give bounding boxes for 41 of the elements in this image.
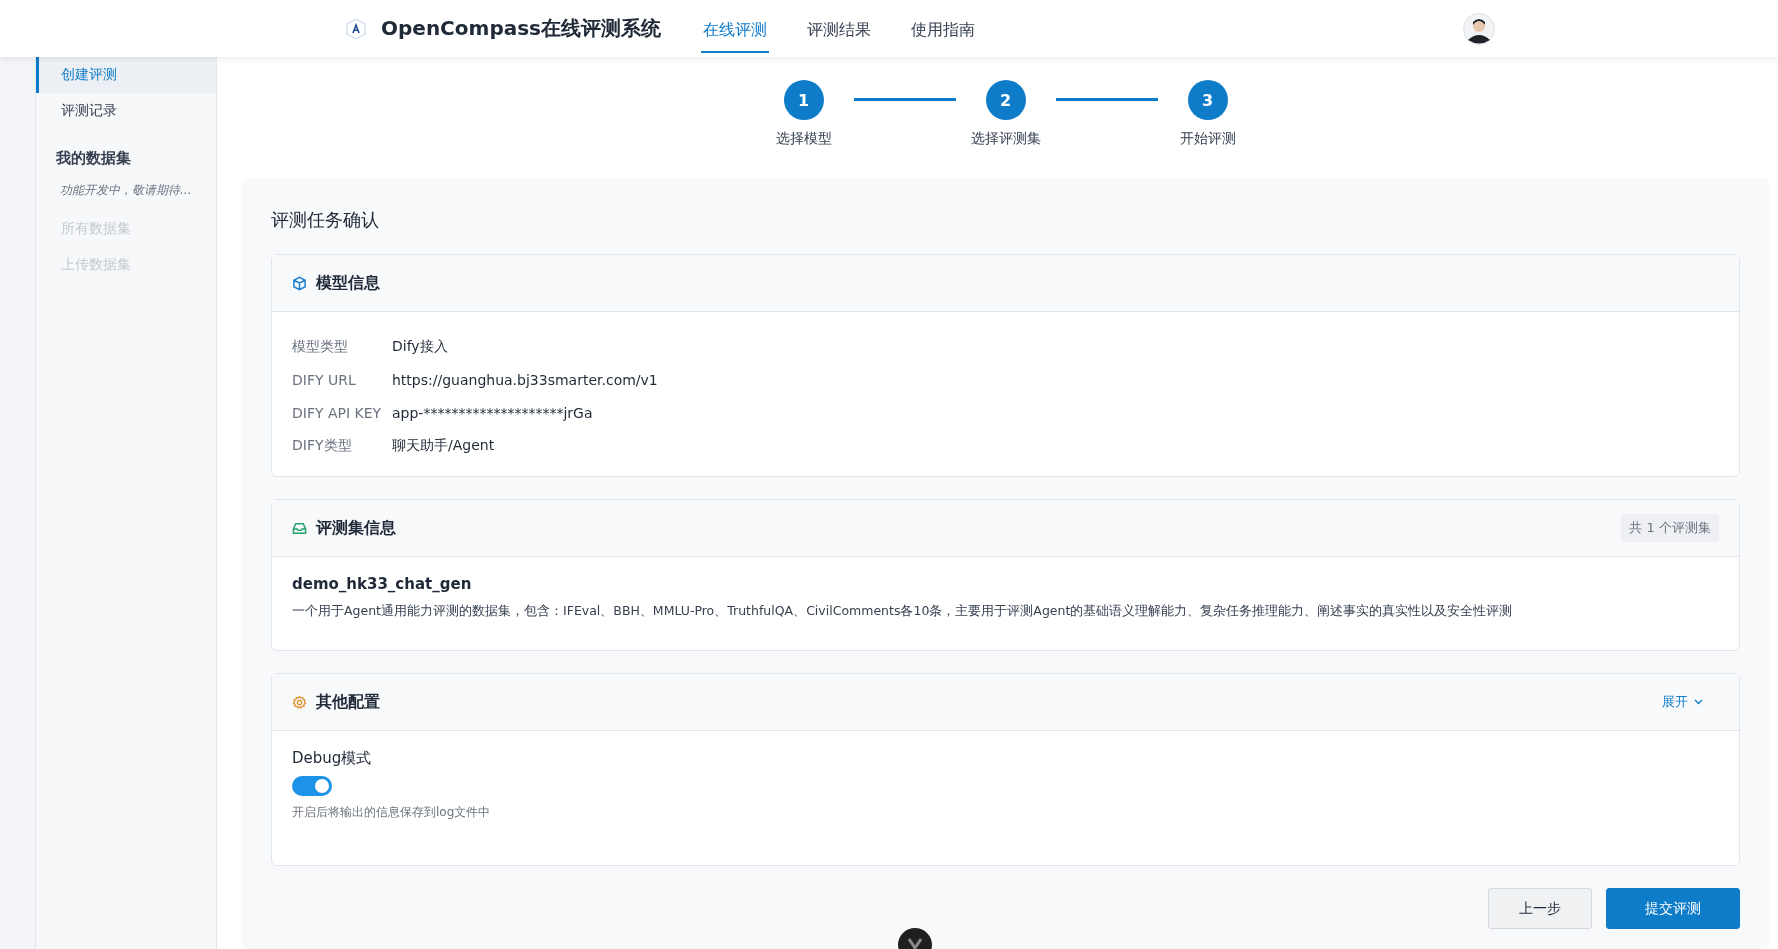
step-label: 选择模型 — [775, 130, 832, 148]
dataset-description: 一个用于Agent通用能力评测的数据集，包含：IFEval、BBH、MMLU-Pro、TruthfulQA、CivilComments各10条，主要用于评测Agent的基础语义理解能力、复杂任务推理能力、阐述事实的真实性以及安全性评测 — [292, 603, 1514, 620]
app-title: OpenCompass在线评测系统 — [381, 15, 661, 42]
card-title: 评测集信息 — [316, 517, 396, 539]
field-label: 模型类型 — [292, 337, 349, 356]
logo-icon — [345, 17, 367, 40]
inbox-icon — [292, 520, 307, 536]
field-value: app-********************jrGa — [392, 404, 593, 421]
expand-link[interactable]: 展开 — [1656, 692, 1709, 712]
sidebar-heading: 我的数据集 — [55, 148, 132, 169]
field-value: https://guanghua.bj33smarter.com/v1 — [392, 371, 658, 388]
step-label: 开始评测 — [1179, 130, 1236, 148]
step-number: 2 — [985, 80, 1026, 120]
nav-tab[interactable]: 评测结果 — [805, 4, 873, 53]
nav-tab[interactable]: 使用指南 — [909, 4, 977, 53]
sidebar-note: 功能开发中，敬请期待... — [59, 182, 193, 199]
field-value: Dify接入 — [392, 337, 448, 356]
submit-button[interactable]: 提交评测 — [1606, 888, 1740, 929]
step-label: 选择评测集 — [970, 130, 1041, 148]
card-title: 其他配置 — [316, 691, 380, 713]
step-number: 3 — [1187, 80, 1228, 120]
field-label: DIFY URL — [292, 371, 357, 388]
avatar-icon[interactable] — [1463, 12, 1495, 45]
setting-label: Debug模式 — [292, 749, 373, 768]
sidebar-item[interactable]: 评测记录 — [36, 93, 216, 129]
count-badge: 共 1 个评测集 — [1621, 514, 1719, 542]
back-button[interactable]: 上一步 — [1488, 888, 1592, 929]
card-title: 模型信息 — [316, 272, 380, 294]
sidebar-item[interactable]: 创建评测 — [36, 57, 216, 93]
field-label: DIFY API KEY — [292, 404, 383, 421]
field-label: DIFY类型 — [292, 436, 353, 455]
setting-hint: 开启后将输出的信息保存到log文件中 — [292, 804, 492, 821]
field-value: 聊天助手/Agent — [392, 436, 495, 455]
toggle-switch[interactable] — [292, 776, 332, 796]
dataset-name: demo_hk33_chat_gen — [292, 575, 473, 593]
panel-title: 评测任务确认 — [271, 208, 380, 232]
cube-icon — [292, 275, 307, 291]
caret-icon — [1694, 699, 1703, 705]
step-number: 1 — [783, 80, 824, 120]
settings-icon — [292, 694, 307, 710]
nav-tab[interactable]: 在线评测 — [701, 4, 769, 53]
